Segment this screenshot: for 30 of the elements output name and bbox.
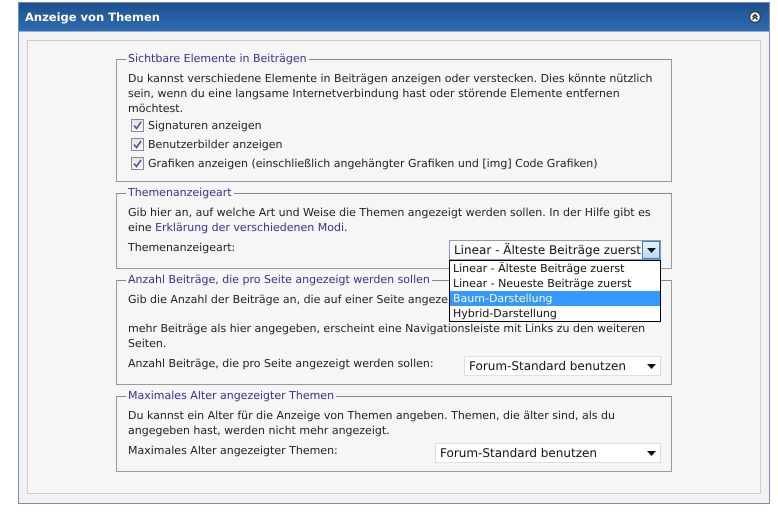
dropdown[interactable]: Forum-Standard benutzen [435, 443, 661, 463]
description: mehr Beiträge als hier angegeben, erscheint eine Navigationsleiste mit Links zu den weiteren Seiten. [128, 321, 646, 351]
description: Du kannst verschiedene Elemente in Beiträgen anzeigen oder verstecken. Dies könnte nützlich sein, wenn du eine langsame Internetverbindung hast oder störende Elemente entfernen möchtest. [128, 71, 654, 116]
checkbox[interactable] [131, 138, 144, 151]
help-link[interactable]: Erklärung der verschiedenen Modi [155, 221, 344, 234]
dropdown[interactable]: Linear - Älteste Beiträge zuerst [449, 240, 661, 260]
description: Gib die Anzahl der Beiträge an, die auf einer Seite angeze [128, 292, 448, 307]
section-legend: Anzahl Beiträge, die pro Seite angezeigt werden sollen [126, 273, 432, 287]
checkbox-label: Benutzerbilder anzeigen [148, 138, 283, 151]
dropdown-option[interactable]: Hybrid-Darstellung [450, 306, 660, 321]
checkbox-label: Grafiken anzeigen (einschließlich angehängter Grafiken und [img] Code Grafiken) [148, 157, 598, 170]
field-label: Maximales Alter angezeigter Themen: [128, 443, 338, 459]
window-title: Anzeige von Themen [25, 10, 160, 24]
caret-icon [646, 248, 656, 252]
checkbox-label: Signaturen anzeigen [148, 119, 262, 132]
caret-icon [646, 450, 656, 456]
checkbox[interactable] [131, 157, 144, 170]
description: Gib hier an, auf welche Art und Weise die Themen angezeigt werden sollen. In der Hilfe gibt es eine Erklärung der verschiedenen Modi. [128, 205, 652, 235]
field-label: Anzahl Beiträge, die pro Seite angezeigt werden sollen: [128, 356, 434, 372]
dropdown-option[interactable]: Linear - Älteste Beiträge zuerst [450, 261, 660, 276]
checkbox[interactable] [131, 119, 144, 132]
section-legend: Sichtbare Elemente in Beiträgen [126, 52, 309, 66]
section-legend: Themenanzeigeart [126, 186, 234, 200]
dropdown-option[interactable]: Linear - Neueste Beiträge zuerst [450, 276, 660, 291]
description: Du kannst ein Alter für die Anzeige von Themen angeben. Themen, die älter sind, als du angegeben hast, werden nicht mehr angezeigt. [128, 408, 616, 438]
caret-icon [646, 364, 656, 368]
section-legend: Maximales Alter angezeigter Themen [126, 389, 336, 403]
collapse-icon[interactable] [749, 11, 761, 23]
field-label: Themenanzeigeart: [128, 240, 236, 256]
dropdown[interactable]: Forum-Standard benutzen [464, 356, 661, 376]
